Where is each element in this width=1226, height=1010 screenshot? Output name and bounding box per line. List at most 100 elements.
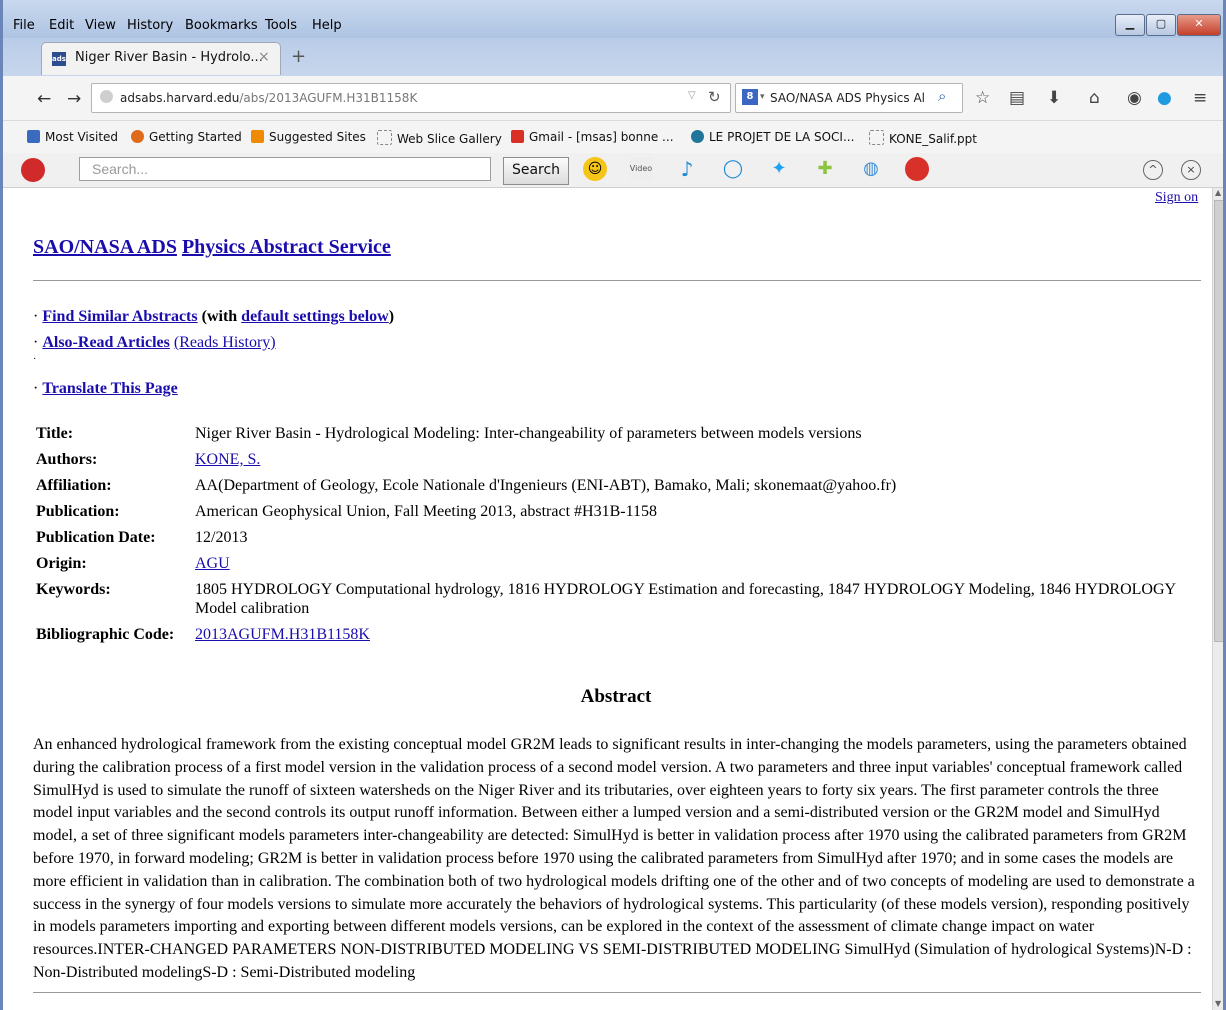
new-tab-button[interactable]: + xyxy=(291,46,306,67)
file-icon xyxy=(869,130,884,145)
collapse-up-icon[interactable]: ^ xyxy=(1143,160,1163,180)
with-open-text: (with xyxy=(201,308,238,325)
video-icon[interactable]: Video xyxy=(629,157,653,181)
maximize-button[interactable]: ▢ xyxy=(1146,14,1176,36)
translate-this-page-link[interactable]: Translate This Page xyxy=(42,380,177,397)
site-identity-icon[interactable] xyxy=(100,90,113,103)
bookmark-web-slice-gallery[interactable]: Web Slice Gallery xyxy=(377,130,502,146)
bookmark-most-visited[interactable]: Most Visited xyxy=(27,130,118,144)
origin-link[interactable]: AGU xyxy=(195,555,230,572)
menu-file[interactable]: File xyxy=(13,18,35,33)
bookmark-le-projet[interactable]: LE PROJET DE LA SOCI... xyxy=(691,130,854,144)
bibcode-link[interactable]: 2013AGUFM.H31B1158K xyxy=(195,626,370,643)
page-header: SAO/NASA ADS Physics Abstract Service xyxy=(33,236,391,259)
meta-row-title: Title: Niger River Basin - Hydrological … xyxy=(33,422,1193,448)
author-link[interactable]: KONE, S. xyxy=(195,451,260,468)
abstract-heading: Abstract xyxy=(580,686,652,707)
bookmark-label: Suggested Sites xyxy=(269,130,366,144)
meta-row-bibcode: Bibliographic Code: 2013AGUFM.H31B1158K xyxy=(33,623,1193,649)
browser-search-value: SAO/NASA ADS Physics Al xyxy=(770,91,925,105)
search-engine-dropdown-icon[interactable]: ▾ xyxy=(760,92,765,102)
tab-active[interactable]: ads Niger River Basin - Hydrolo... × xyxy=(41,42,281,75)
bookmark-getting-started[interactable]: Getting Started xyxy=(131,130,242,144)
home-icon[interactable]: ⌂ xyxy=(1089,88,1100,108)
bookmark-label: Most Visited xyxy=(45,130,119,144)
forward-button[interactable]: → xyxy=(67,89,81,109)
meta-row-affiliation: Affiliation: AA(Department of Geology, E… xyxy=(33,474,1193,500)
bookmark-suggested-sites[interactable]: Suggested Sites xyxy=(251,130,366,144)
firefox-icon xyxy=(131,130,144,143)
reads-history-link[interactable]: (Reads History) xyxy=(174,334,276,351)
find-similar-abstracts-link[interactable]: Find Similar Abstracts xyxy=(42,308,197,325)
divider xyxy=(33,992,1201,993)
bookmark-label: LE PROJET DE LA SOCI... xyxy=(709,130,855,144)
toolbar-search-button[interactable]: Search xyxy=(503,157,569,185)
metadata-table: Title: Niger River Basin - Hydrological … xyxy=(33,422,1193,649)
meta-label: Authors: xyxy=(36,451,98,468)
meta-value-date: 12/2013 xyxy=(195,529,248,546)
url-text[interactable]: adsabs.harvard.edu/abs/2013AGUFM.H31B115… xyxy=(120,91,417,105)
menu-edit[interactable]: Edit xyxy=(49,18,74,33)
scroll-up-icon[interactable]: ▲ xyxy=(1215,188,1221,197)
toolbar-close-icon[interactable]: × xyxy=(1181,160,1201,180)
bookmark-label: Web Slice Gallery xyxy=(397,132,502,146)
also-read-line: · Also-Read Articles (Reads History) xyxy=(33,334,276,352)
search-engine-icon[interactable]: 8 xyxy=(742,89,758,105)
url-path: /abs/2013AGUFM.H31B1158K xyxy=(239,91,418,105)
tab-strip: ads Niger River Basin - Hydrolo... × + xyxy=(3,38,1223,76)
bullet: · xyxy=(33,308,39,325)
scroll-thumb[interactable] xyxy=(1214,200,1223,642)
default-settings-link[interactable]: default settings below xyxy=(241,308,389,325)
angry-bird-icon[interactable] xyxy=(905,157,929,181)
addon-icon[interactable]: ◉ xyxy=(1127,88,1142,108)
page-content: Sign on SAO/NASA ADS Physics Abstract Se… xyxy=(3,188,1209,1010)
scroll-down-icon[interactable]: ▼ xyxy=(1215,999,1221,1008)
chat-bubble-icon[interactable]: ◯ xyxy=(721,157,745,181)
web-slice-icon xyxy=(377,130,392,145)
sao-nasa-ads-link[interactable]: SAO/NASA ADS xyxy=(33,236,177,258)
meta-row-publication-date: Publication Date: 12/2013 xyxy=(33,526,1193,552)
meta-label: Bibliographic Code: xyxy=(36,626,175,643)
vertical-scrollbar[interactable]: ▲ ▼ xyxy=(1212,188,1223,1010)
menu-tools[interactable]: Tools xyxy=(265,18,297,33)
bookmark-gmail[interactable]: Gmail - [msas] bonne ... xyxy=(511,130,674,144)
android-icon[interactable]: ✚ xyxy=(813,157,837,181)
reading-list-icon[interactable]: ▤ xyxy=(1009,88,1025,108)
tab-close-icon[interactable]: × xyxy=(258,49,270,65)
meta-row-origin: Origin: AGU xyxy=(33,552,1193,578)
physics-abstract-service-link[interactable]: Physics Abstract Service xyxy=(182,236,391,258)
meta-row-publication: Publication: American Geophysical Union,… xyxy=(33,500,1193,526)
bookmark-kone-salif[interactable]: KONE_Salif.ppt xyxy=(869,130,977,146)
magnifier-icon[interactable]: ⌕ xyxy=(938,87,946,105)
toolbar-search-input[interactable] xyxy=(79,157,491,181)
music-note-icon[interactable]: ♪ xyxy=(675,157,699,181)
suggested-sites-icon xyxy=(251,130,264,143)
menu-help[interactable]: Help xyxy=(312,18,342,33)
smiley-icon[interactable]: ☺ xyxy=(583,157,607,181)
minimize-button[interactable]: ▁ xyxy=(1115,14,1145,36)
menu-hamburger-icon[interactable]: ≡ xyxy=(1193,88,1207,108)
bullet: · xyxy=(33,380,39,397)
bookmark-label: Gmail - [msas] bonne ... xyxy=(529,130,674,144)
close-window-button[interactable]: ✕ xyxy=(1177,14,1221,36)
download-icon[interactable]: ⬇ xyxy=(1047,88,1061,108)
meta-label: Publication Date: xyxy=(36,529,156,546)
reload-icon[interactable]: ↻ xyxy=(708,88,721,106)
bookmark-star-icon[interactable]: ☆ xyxy=(975,88,990,108)
also-read-articles-link[interactable]: Also-Read Articles xyxy=(42,334,170,351)
skype-icon[interactable]: ● xyxy=(1157,88,1172,108)
meta-label: Origin: xyxy=(36,555,87,572)
sign-on-link[interactable]: Sign on xyxy=(1155,190,1198,206)
with-close-text: ) xyxy=(388,308,395,325)
twitter-icon[interactable]: ✦ xyxy=(767,157,791,181)
menu-history[interactable]: History xyxy=(127,18,173,33)
toolbar-logo-icon[interactable] xyxy=(21,158,45,182)
menu-view[interactable]: View xyxy=(85,18,116,33)
globe-icon[interactable]: ◍ xyxy=(859,157,883,181)
back-button[interactable]: ← xyxy=(37,89,51,109)
menu-bookmarks[interactable]: Bookmarks xyxy=(185,18,258,33)
addon-toolbar: Search ☺ Video ♪ ◯ ✦ ✚ ◍ ^ × xyxy=(3,153,1223,188)
url-bar[interactable]: adsabs.harvard.edu/abs/2013AGUFM.H31B115… xyxy=(91,83,731,113)
browser-search-bar[interactable]: 8 ▾ SAO/NASA ADS Physics Al ⌕ xyxy=(735,83,963,113)
url-dropdown-icon[interactable]: ▽ xyxy=(688,90,696,101)
